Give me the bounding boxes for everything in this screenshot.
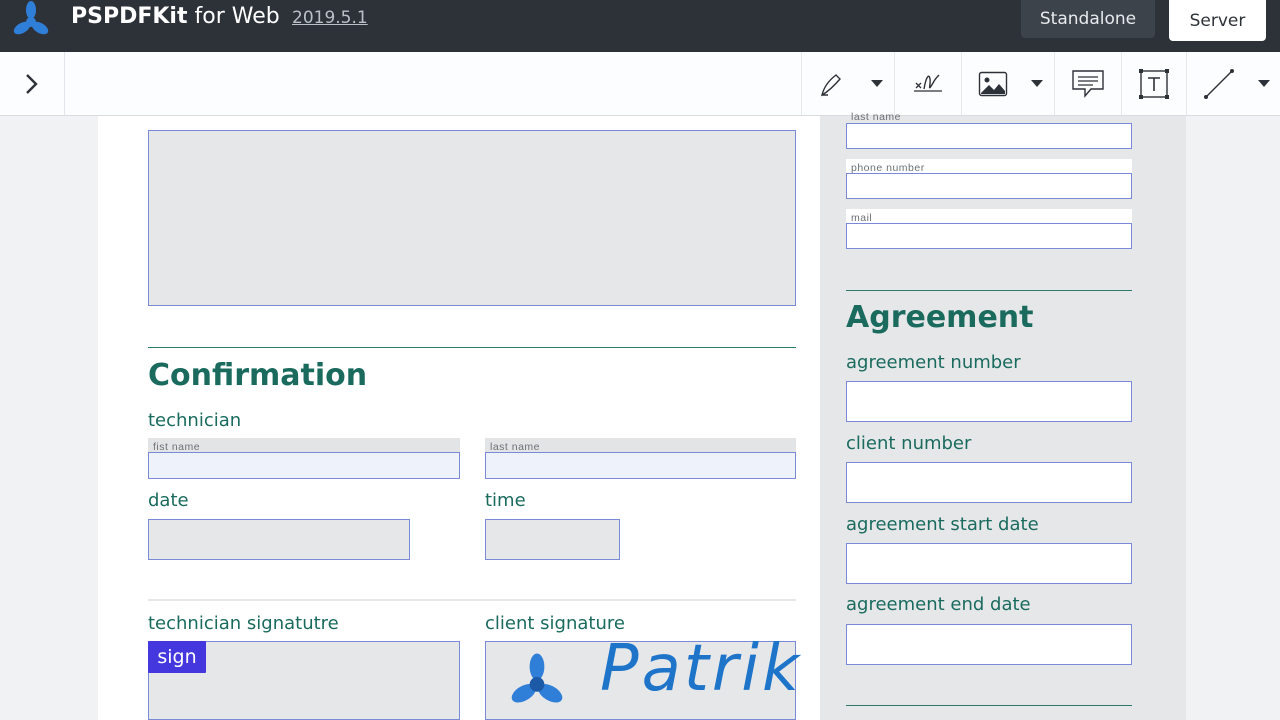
app-title: PSPDFKit for Web	[71, 4, 280, 29]
client-signature-ink: Patrik	[600, 632, 803, 706]
annotation-toolbar	[0, 52, 1280, 116]
line-tool-button[interactable]	[1186, 52, 1251, 115]
mail-field[interactable]	[846, 223, 1132, 249]
standalone-button[interactable]: Standalone	[1021, 0, 1155, 38]
agreement-start-date-label: agreement start date	[846, 514, 1039, 535]
chevron-right-icon	[26, 73, 38, 94]
caret-down-icon	[871, 79, 883, 87]
agreement-number-label: agreement number	[846, 352, 1021, 373]
technician-last-name-field[interactable]	[485, 452, 796, 479]
signature-divider	[148, 599, 796, 601]
agreement-end-date-field[interactable]	[846, 624, 1132, 665]
sign-button[interactable]: sign	[148, 641, 206, 673]
ink-tool-dropdown[interactable]	[865, 52, 889, 115]
image-tool-dropdown[interactable]	[1025, 52, 1049, 115]
image-tool-button[interactable]	[961, 52, 1024, 115]
client-number-label: client number	[846, 433, 972, 454]
signature-icon	[914, 74, 942, 92]
agreement-divider	[846, 290, 1132, 291]
client-signature-logo-icon	[511, 653, 563, 703]
image-icon	[978, 71, 1008, 96]
line-icon	[1204, 68, 1234, 99]
technician-first-name-field[interactable]	[148, 452, 460, 479]
date-field[interactable]	[148, 519, 410, 560]
caret-down-icon	[1258, 79, 1270, 87]
panel-last-name-hint: last name	[851, 111, 902, 123]
client-signature-label: client signature	[485, 613, 625, 634]
confirmation-heading: Confirmation	[148, 358, 368, 393]
app-header: PSPDFKit for Web 2019.5.1 Standalone Ser…	[0, 0, 1280, 52]
panel-last-name-field[interactable]	[846, 123, 1132, 149]
version-link[interactable]: 2019.5.1	[292, 8, 368, 28]
server-button[interactable]: Server	[1169, 0, 1266, 41]
line-tool-dropdown[interactable]	[1252, 52, 1276, 115]
note-tool-button[interactable]	[1054, 52, 1121, 115]
agreement-end-date-label: agreement end date	[846, 594, 1031, 615]
text-tool-button[interactable]	[1121, 52, 1186, 115]
pen-icon	[820, 73, 841, 96]
sidebar-toggle-button[interactable]	[0, 52, 65, 115]
time-label: time	[485, 490, 526, 511]
agreement-number-field[interactable]	[846, 381, 1132, 422]
date-label: date	[148, 490, 189, 511]
panel-bottom-divider	[846, 705, 1132, 706]
comment-icon	[1072, 69, 1104, 98]
mail-hint-bg	[846, 209, 1132, 224]
text-box-icon	[1139, 68, 1169, 99]
agreement-start-date-field[interactable]	[846, 543, 1132, 584]
agreement-heading: Agreement	[846, 300, 1034, 335]
ink-tool-button[interactable]	[801, 52, 864, 115]
description-field[interactable]	[148, 130, 796, 306]
time-field[interactable]	[485, 519, 620, 560]
section-divider	[148, 347, 796, 348]
caret-down-icon	[1031, 79, 1043, 87]
pspdfkit-logo-icon	[13, 1, 49, 35]
technician-signature-label: technician signatutre	[148, 613, 339, 634]
signature-tool-button[interactable]	[894, 52, 961, 115]
phone-number-field[interactable]	[846, 173, 1132, 199]
client-number-field[interactable]	[846, 462, 1132, 503]
technician-label: technician	[148, 410, 242, 431]
